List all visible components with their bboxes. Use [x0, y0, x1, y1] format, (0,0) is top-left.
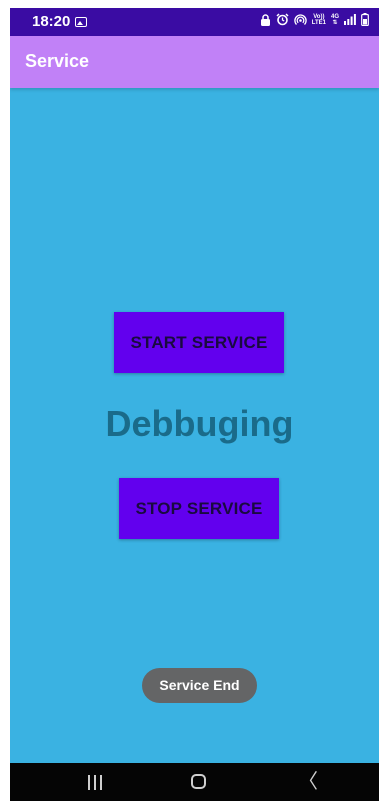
home-icon[interactable]	[191, 774, 206, 789]
status-bar: 18:20 Vo)) LTE1 4G ⇅	[10, 8, 379, 36]
alarm-icon	[276, 13, 289, 26]
battery-icon	[361, 13, 369, 26]
start-service-button[interactable]: START SERVICE	[114, 312, 284, 373]
lte-label: LTE1	[311, 19, 326, 26]
gallery-icon	[75, 17, 87, 27]
data-arrows-label: ⇅	[332, 19, 338, 26]
status-time: 18:20	[32, 13, 71, 30]
toast-message: Service End	[142, 668, 257, 703]
volte-icon: Vo)) LTE1	[312, 14, 326, 26]
vpn-lock-icon	[260, 13, 270, 26]
app-bar: Service	[10, 36, 379, 88]
signal-icon	[344, 14, 356, 25]
app-title: Service	[25, 51, 90, 71]
recents-icon[interactable]	[88, 775, 102, 790]
stop-service-button[interactable]: STOP SERVICE	[119, 478, 279, 539]
status-icons: Vo)) LTE1 4G ⇅	[260, 13, 369, 26]
hotspot-icon	[294, 14, 307, 25]
service-status-text: Debbuging	[105, 403, 294, 444]
app-screen: 18:20 Vo)) LTE1 4G ⇅ Service START SERVI…	[10, 8, 379, 801]
4g-icon: 4G ⇅	[331, 14, 339, 26]
back-icon[interactable]: 〈	[298, 772, 318, 792]
navigation-bar: 〈	[10, 763, 379, 801]
